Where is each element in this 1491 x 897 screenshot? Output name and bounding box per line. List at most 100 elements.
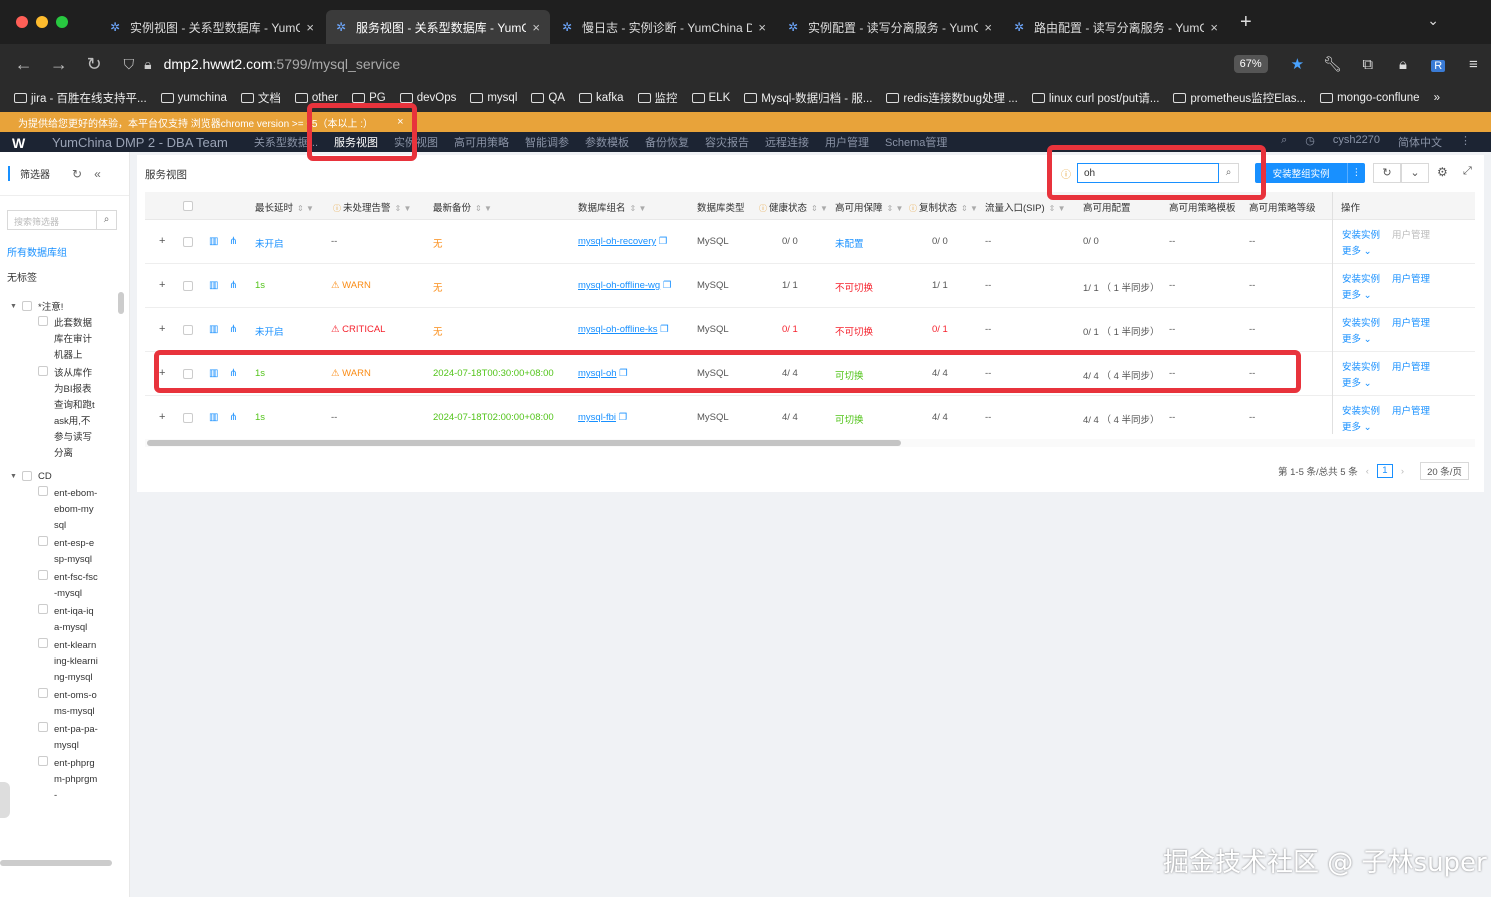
db-group-link[interactable]: mysql-fbi xyxy=(578,412,616,423)
sort-filter-icon[interactable]: ⇕ ▼ xyxy=(811,204,828,213)
search-icon[interactable]: ⌕ xyxy=(96,211,116,229)
zoom-level[interactable]: 67% xyxy=(1233,55,1268,73)
next-page-icon[interactable]: › xyxy=(1401,466,1404,477)
column-header[interactable]: 流量入口(SIP) ⇕ ▼ xyxy=(985,200,1065,214)
clock-icon[interactable]: ◷ xyxy=(1305,134,1315,150)
forward-arrow-icon[interactable]: → xyxy=(41,54,76,75)
db-group-name[interactable]: mysql-fbi ❐ xyxy=(578,412,627,423)
row-checkbox[interactable] xyxy=(183,237,193,247)
row-checkbox[interactable] xyxy=(183,413,193,423)
language-select[interactable]: 简体中文 xyxy=(1398,134,1442,150)
more-link[interactable]: 更多 xyxy=(1342,290,1361,301)
tree-item[interactable]: 此套数据库在审计机器上 xyxy=(0,316,118,364)
page-size-select[interactable]: 20 条/页 xyxy=(1420,462,1469,480)
item-checkbox[interactable] xyxy=(38,486,48,496)
copy-icon[interactable]: ❐ xyxy=(616,412,628,423)
item-checkbox[interactable] xyxy=(38,570,48,580)
search-icon[interactable]: ⌕ xyxy=(1281,134,1287,150)
db-group-name[interactable]: mysql-oh-offline-wg ❐ xyxy=(578,280,671,291)
column-header[interactable]: ⓘ 复制状态 ⇕ ▼ xyxy=(909,200,978,214)
item-checkbox[interactable] xyxy=(38,316,48,326)
monitor-chart-icon[interactable]: ▥ xyxy=(209,236,218,247)
prev-page-icon[interactable]: ‹ xyxy=(1366,466,1369,477)
column-header[interactable]: 操作 xyxy=(1341,200,1360,214)
tree-group[interactable]: ▼ CD xyxy=(0,468,118,484)
select-all-checkbox[interactable] xyxy=(183,201,193,211)
db-group-name[interactable]: mysql-oh-recovery ❐ xyxy=(578,236,667,247)
monitor-chart-icon[interactable]: ▥ xyxy=(209,412,218,423)
profile-r-icon[interactable]: R xyxy=(1421,56,1456,73)
bookmark-item[interactable]: mongo-conflune xyxy=(1320,92,1420,104)
more-dropdown[interactable]: 更多 ⌄ xyxy=(1342,288,1442,304)
refresh-icon[interactable]: ↻ xyxy=(72,167,82,181)
db-group-link[interactable]: mysql-oh-offline-wg xyxy=(578,280,660,291)
close-tab-icon[interactable]: × xyxy=(532,20,540,35)
bookmark-item[interactable]: mysql xyxy=(470,92,517,104)
row-checkbox[interactable] xyxy=(183,281,193,291)
column-header[interactable]: 数据库组名 ⇕ ▼ xyxy=(578,200,646,214)
sidebar-scrollbar[interactable] xyxy=(118,292,124,852)
nav-item[interactable]: 远程连接 xyxy=(765,134,809,150)
column-header[interactable]: ⓘ 健康状态 ⇕ ▼ xyxy=(759,200,828,214)
item-checkbox[interactable] xyxy=(38,722,48,732)
expand-row-icon[interactable]: + xyxy=(159,235,165,247)
sort-filter-icon[interactable]: ⇕ ▼ xyxy=(297,204,314,213)
sidebar-hscrollbar[interactable] xyxy=(0,860,112,866)
group-checkbox[interactable] xyxy=(22,471,32,481)
all-groups-link[interactable]: 所有数据库组 xyxy=(7,244,129,259)
user-management-link[interactable]: 用户管理 xyxy=(1392,406,1430,417)
close-window-button[interactable] xyxy=(16,16,28,28)
expand-row-icon[interactable]: + xyxy=(159,411,165,423)
nav-item[interactable]: 容灾报告 xyxy=(705,134,749,150)
topology-icon[interactable]: ⋔ xyxy=(229,236,237,247)
item-checkbox[interactable] xyxy=(38,688,48,698)
drawer-handle[interactable] xyxy=(0,782,10,818)
topology-icon[interactable]: ⋔ xyxy=(229,324,237,335)
item-checkbox[interactable] xyxy=(38,756,48,766)
expand-row-icon[interactable]: + xyxy=(159,279,165,291)
install-instance-link[interactable]: 安装实例 xyxy=(1342,406,1380,417)
bookmark-item[interactable]: jira - 百胜在线支持平... xyxy=(14,90,147,106)
caret-down-icon[interactable]: ▼ xyxy=(10,303,22,310)
more-vert-icon[interactable]: ⋮ xyxy=(1460,134,1471,150)
new-tab-button[interactable]: + xyxy=(1230,11,1262,34)
group-checkbox[interactable] xyxy=(22,301,32,311)
topology-icon[interactable]: ⋔ xyxy=(229,280,237,291)
install-instance-link[interactable]: 安装实例 xyxy=(1342,274,1380,285)
db-group-name[interactable]: mysql-oh-offline-ks ❐ xyxy=(578,324,669,335)
db-group-link[interactable]: mysql-oh-recovery xyxy=(578,236,656,247)
install-instance-link[interactable]: 安装实例 xyxy=(1342,230,1380,241)
fullscreen-icon[interactable]: ⤢ xyxy=(1463,165,1472,178)
tree-item[interactable]: ent-klearning-klearning-mysql xyxy=(0,638,118,686)
dropdown-button[interactable]: ⌄ xyxy=(1401,163,1429,183)
tree-item[interactable]: ent-iqa-iqa-mysql xyxy=(0,604,118,636)
alert-value[interactable]: ⚠ WARN xyxy=(331,280,371,291)
close-tab-icon[interactable]: × xyxy=(306,20,314,35)
browser-tab[interactable]: ✲ 实例视图 - 关系型数据库 - YumC × xyxy=(100,10,324,44)
nav-item[interactable]: 参数模板 xyxy=(585,134,629,150)
bookmark-item[interactable]: QA xyxy=(531,92,565,104)
sort-filter-icon[interactable]: ⇕ ▼ xyxy=(887,204,904,213)
extensions-icon[interactable]: ⧉ xyxy=(1350,56,1385,73)
padlock-icon[interactable]: 🔒︎ xyxy=(1385,56,1420,73)
back-arrow-icon[interactable]: ← xyxy=(6,54,41,75)
tab-list-chevron-icon[interactable]: ⌄ xyxy=(1427,12,1439,29)
nav-item[interactable]: 高可用策略 xyxy=(454,134,509,150)
sort-filter-icon[interactable]: ⇕ ▼ xyxy=(1049,204,1066,213)
gear-icon[interactable]: ⚙ xyxy=(1437,165,1448,179)
install-instance-link[interactable]: 安装实例 xyxy=(1342,318,1380,329)
nav-item[interactable]: 智能调参 xyxy=(525,134,569,150)
bookmark-item[interactable]: prometheus监控Elas... xyxy=(1173,90,1306,106)
topology-icon[interactable]: ⋔ xyxy=(229,412,237,423)
more-link[interactable]: 更多 xyxy=(1342,422,1361,433)
row-checkbox[interactable] xyxy=(183,325,193,335)
install-instance-link[interactable]: 安装实例 xyxy=(1342,362,1380,373)
user-management-link[interactable]: 用户管理 xyxy=(1392,362,1430,373)
bookmark-item[interactable]: yumchina xyxy=(160,92,227,104)
collapse-icon[interactable]: « xyxy=(94,167,101,181)
column-header[interactable]: 高可用策略模板 xyxy=(1169,200,1236,214)
monitor-chart-icon[interactable]: ▥ xyxy=(209,324,218,335)
nav-item[interactable]: 备份恢复 xyxy=(645,134,689,150)
close-tab-icon[interactable]: × xyxy=(984,20,992,35)
nav-item[interactable]: Schema管理 xyxy=(885,134,947,150)
